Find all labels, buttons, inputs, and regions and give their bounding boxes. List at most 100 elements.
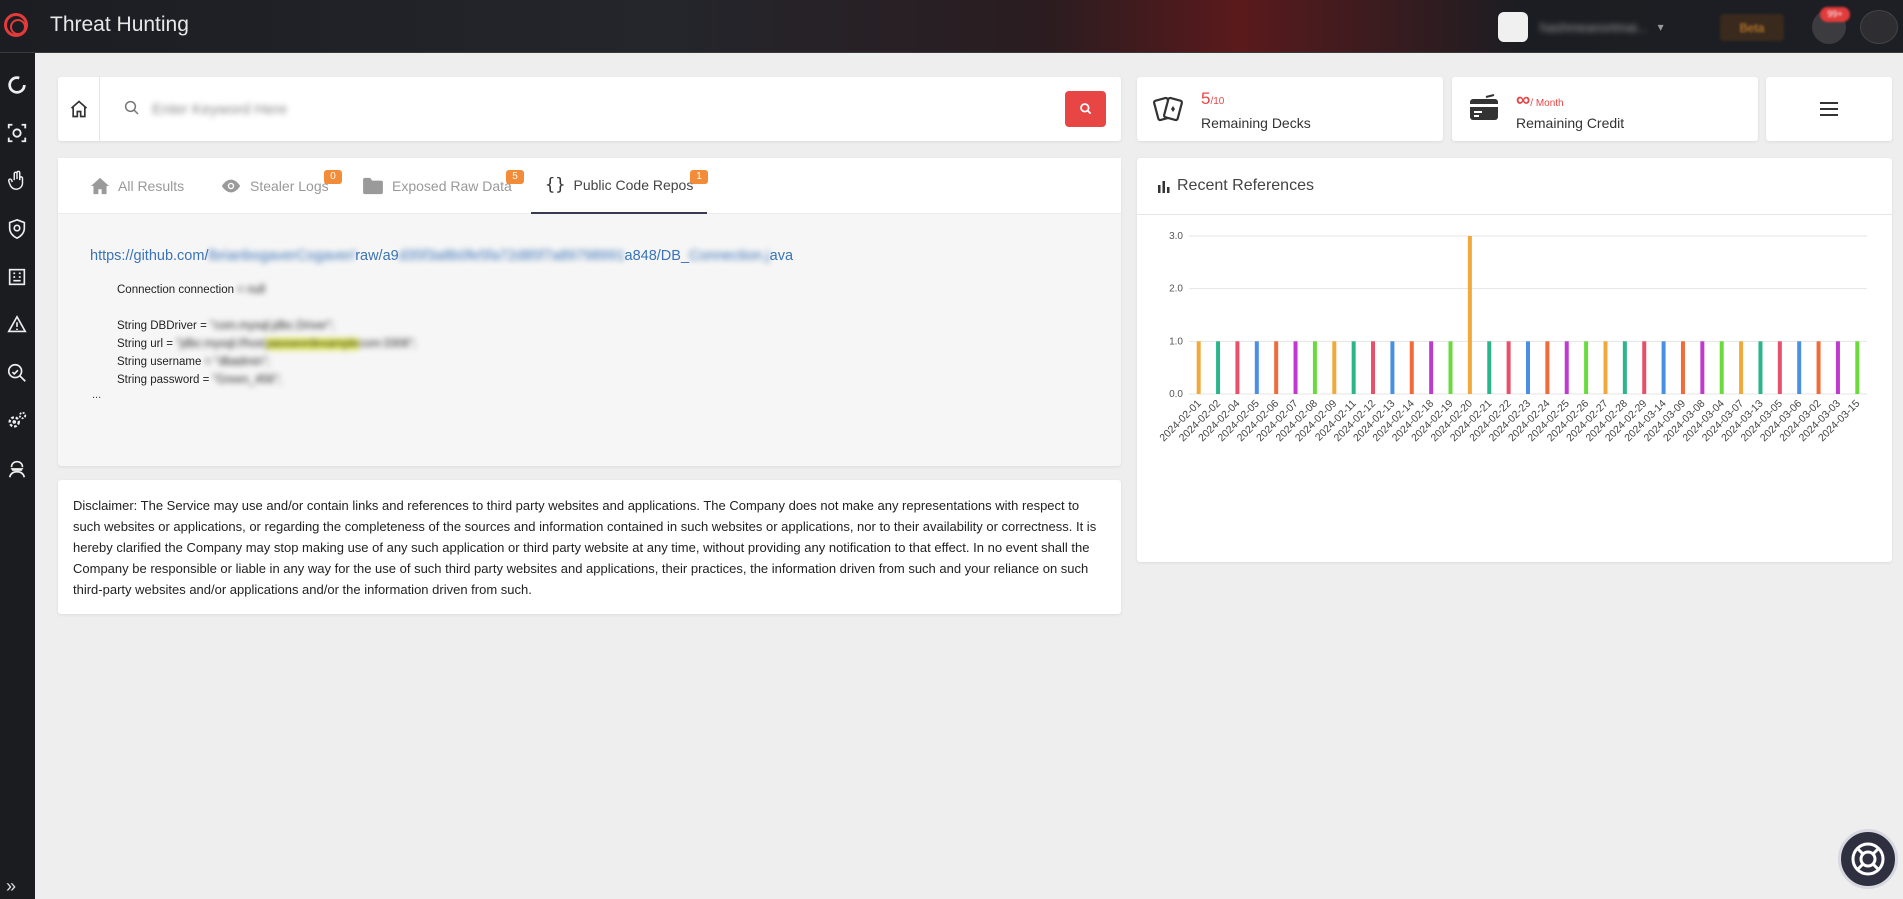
top-bar: Threat Hunting hashmeanortmai... ▾ Beta …	[0, 0, 1903, 53]
chevron-down-icon: ▾	[1657, 20, 1664, 34]
tab-stealer-logs[interactable]: Stealer Logs	[220, 158, 329, 214]
chart-bar[interactable]	[1293, 341, 1298, 394]
credit-unit: / Month	[1530, 98, 1564, 109]
chart-bar[interactable]	[1700, 341, 1705, 394]
tab-label: Public Code Repos	[573, 177, 694, 193]
search-icon	[123, 99, 141, 122]
result-url-link[interactable]: https://github.com/lbrianbogaverCogaver/…	[90, 248, 793, 264]
code-line: Connection connection = null	[117, 284, 266, 296]
url-part: a848/DB_	[624, 248, 690, 264]
home-button[interactable]	[58, 77, 100, 141]
chart-bar[interactable]	[1487, 341, 1492, 394]
chart-bar[interactable]	[1332, 341, 1337, 394]
chart-bar[interactable]	[1216, 341, 1221, 394]
y-tick-label: 0.0	[1169, 389, 1183, 400]
logo-icon[interactable]	[4, 13, 28, 37]
chart-bar[interactable]	[1506, 341, 1511, 394]
chart-bar[interactable]	[1429, 341, 1434, 394]
url-redacted-part: lbrianbogaverCogaver/	[208, 248, 356, 264]
remaining-decks-card: 5/10 Remaining Decks	[1137, 77, 1443, 141]
tab-label: Exposed Raw Data	[392, 178, 512, 194]
chart-bar[interactable]	[1312, 341, 1317, 394]
eye-icon	[220, 178, 242, 194]
search-bar	[58, 77, 1121, 141]
sidebar: »	[0, 53, 35, 899]
chart-bar[interactable]	[1196, 341, 1201, 394]
recent-references-chart-card: Recent References 0.0 1.0 2.0 3.0 2024-02-01…	[1137, 158, 1892, 562]
credit-value: ∞	[1516, 89, 1531, 111]
chart-bar[interactable]	[1564, 341, 1569, 394]
folder-icon	[362, 177, 384, 195]
plan-badge[interactable]: Beta	[1720, 14, 1784, 41]
chart-bar[interactable]	[1254, 341, 1259, 394]
url-prefix: https://github.com/	[90, 248, 209, 264]
username: hashmeanortmai...	[1540, 19, 1648, 35]
chart-header: Recent References	[1137, 158, 1892, 215]
chart-bar[interactable]	[1777, 341, 1782, 394]
hand-touch-icon[interactable]	[3, 167, 31, 195]
chart-bar[interactable]	[1235, 341, 1240, 394]
chart-bar[interactable]	[1467, 236, 1472, 394]
settings-gears-icon[interactable]	[3, 407, 31, 435]
chart-bar[interactable]	[1390, 341, 1395, 394]
search-match-highlight: passwordexample	[265, 338, 359, 350]
expand-sidebar-icon[interactable]: »	[6, 876, 16, 897]
credit-label: Remaining Credit	[1516, 115, 1625, 131]
chart-bar[interactable]	[1371, 341, 1376, 394]
eye-shield-icon[interactable]	[3, 215, 31, 243]
dashboard-icon[interactable]	[3, 71, 31, 99]
chart-bar[interactable]	[1603, 341, 1608, 394]
tab-exposed-raw-data[interactable]: Exposed Raw Data	[362, 158, 512, 214]
results-panel: All Results Stealer Logs 0 Exposed Raw D…	[58, 158, 1121, 466]
chart-bar[interactable]	[1680, 341, 1685, 394]
chart-bar[interactable]	[1448, 341, 1453, 394]
y-tick-label: 1.0	[1169, 336, 1183, 347]
results-tabs: All Results Stealer Logs 0 Exposed Raw D…	[58, 158, 1121, 214]
disclaimer-text: Disclaimer: The Service may use and/or c…	[58, 480, 1121, 614]
hacker-icon[interactable]	[3, 455, 31, 483]
search-report-icon[interactable]	[3, 359, 31, 387]
search-button[interactable]	[1065, 91, 1106, 127]
tab-public-code-repos[interactable]: {} Public Code Repos	[531, 158, 708, 214]
chart-bar[interactable]	[1739, 341, 1744, 394]
chart-bar[interactable]	[1526, 341, 1530, 394]
bar-chart-icon	[1157, 179, 1171, 193]
home-icon	[70, 100, 87, 118]
user-menu[interactable]: hashmeanortmai... ▾	[1498, 9, 1688, 45]
profile-button[interactable]	[1860, 10, 1898, 44]
chart-bar[interactable]	[1855, 341, 1860, 394]
chart-title: Recent References	[1177, 177, 1314, 194]
chart-bar[interactable]	[1274, 341, 1279, 394]
chart-bar[interactable]	[1584, 341, 1589, 394]
chart-bar[interactable]	[1642, 341, 1647, 394]
tab-all-results[interactable]: All Results	[90, 158, 184, 214]
avatar	[1498, 12, 1528, 42]
exposed-raw-data-count-badge: 5	[506, 170, 524, 184]
url-part: raw/a9	[355, 248, 399, 264]
chart-bar[interactable]	[1719, 341, 1724, 394]
chart-bar[interactable]	[1545, 341, 1550, 394]
chart-bar[interactable]	[1835, 341, 1840, 394]
stealer-logs-count-badge: 0	[324, 170, 342, 184]
code-line: String username = "dbadmin";	[117, 356, 270, 368]
y-tick-label: 3.0	[1169, 231, 1183, 242]
public-code-repos-count-badge: 1	[690, 170, 708, 184]
chart-bar[interactable]	[1816, 341, 1821, 394]
menu-button[interactable]	[1766, 77, 1892, 141]
chart-bar[interactable]	[1758, 341, 1763, 394]
chart-bar[interactable]	[1622, 341, 1627, 394]
chart-bar[interactable]	[1661, 341, 1666, 394]
decks-max: /10	[1210, 96, 1225, 107]
chart-bar[interactable]	[1351, 341, 1356, 394]
alert-triangle-icon[interactable]	[3, 311, 31, 339]
cards-icon	[1152, 93, 1185, 130]
url-redacted-part: d35f3a8b0fe5fa72d85f7a89798991	[398, 248, 625, 264]
chart-bar[interactable]	[1797, 341, 1802, 394]
building-icon[interactable]	[3, 263, 31, 291]
search-icon	[1079, 103, 1091, 115]
code-line: String DBDriver = "com.mysql.jdbc.Driver…	[117, 320, 335, 332]
help-button[interactable]	[1838, 829, 1898, 889]
threat-intel-icon[interactable]	[3, 119, 31, 147]
search-input[interactable]	[152, 91, 992, 127]
chart-bar[interactable]	[1409, 341, 1414, 394]
